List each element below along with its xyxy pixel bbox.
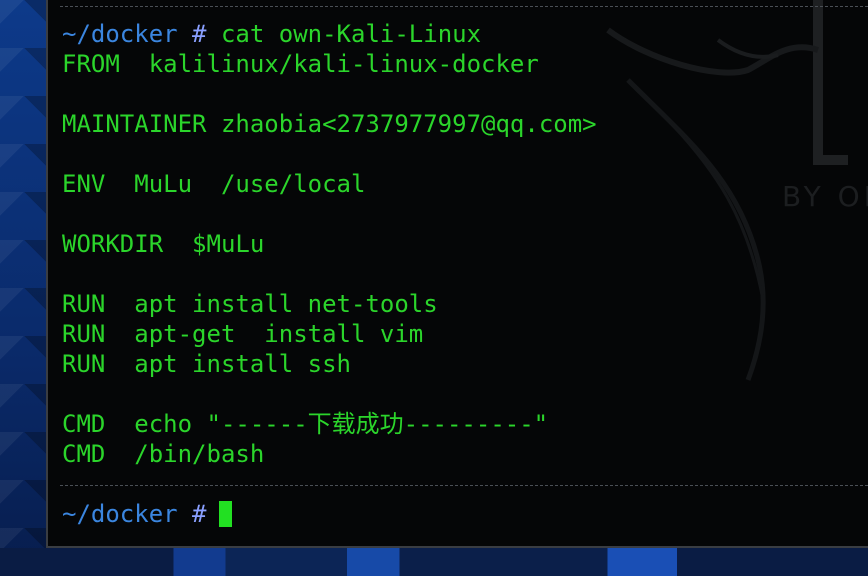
command-text: cat own-Kali-Linux xyxy=(220,20,482,48)
command-line: ~/docker # cat own-Kali-Linux xyxy=(62,19,481,49)
output-line: CMD /bin/bash xyxy=(62,440,265,468)
output-line: MAINTAINER zhaobia<2737977997@qq.com> xyxy=(62,110,597,138)
terminal-window[interactable]: BY OF ~/docker # cat own-Kali-Linux FROM… xyxy=(46,0,868,548)
input-prompt-line[interactable]: ~/docker # xyxy=(62,499,232,529)
output-line: RUN apt install ssh xyxy=(62,350,351,378)
output-line: ENV MuLu /use/local xyxy=(62,170,366,198)
output-line: RUN apt install net-tools xyxy=(62,290,438,318)
prompt-path: ~/docker xyxy=(62,20,178,48)
separator-top xyxy=(60,6,868,7)
output-line: FROM kalilinux/kali-linux-docker xyxy=(62,50,539,78)
prompt-path: ~/docker xyxy=(62,500,178,528)
watermark-text: BY OF xyxy=(782,180,868,213)
prompt-symbol: # xyxy=(192,500,207,528)
separator-bottom xyxy=(60,485,868,486)
output-line: WORKDIR $MuLu xyxy=(62,230,265,258)
output-line: RUN apt-get install vim xyxy=(62,320,424,348)
taskbar-area xyxy=(0,548,868,576)
text-cursor[interactable] xyxy=(218,501,232,527)
output-line: CMD echo "------下载成功---------" xyxy=(62,410,549,438)
prompt-symbol: # xyxy=(192,20,207,48)
